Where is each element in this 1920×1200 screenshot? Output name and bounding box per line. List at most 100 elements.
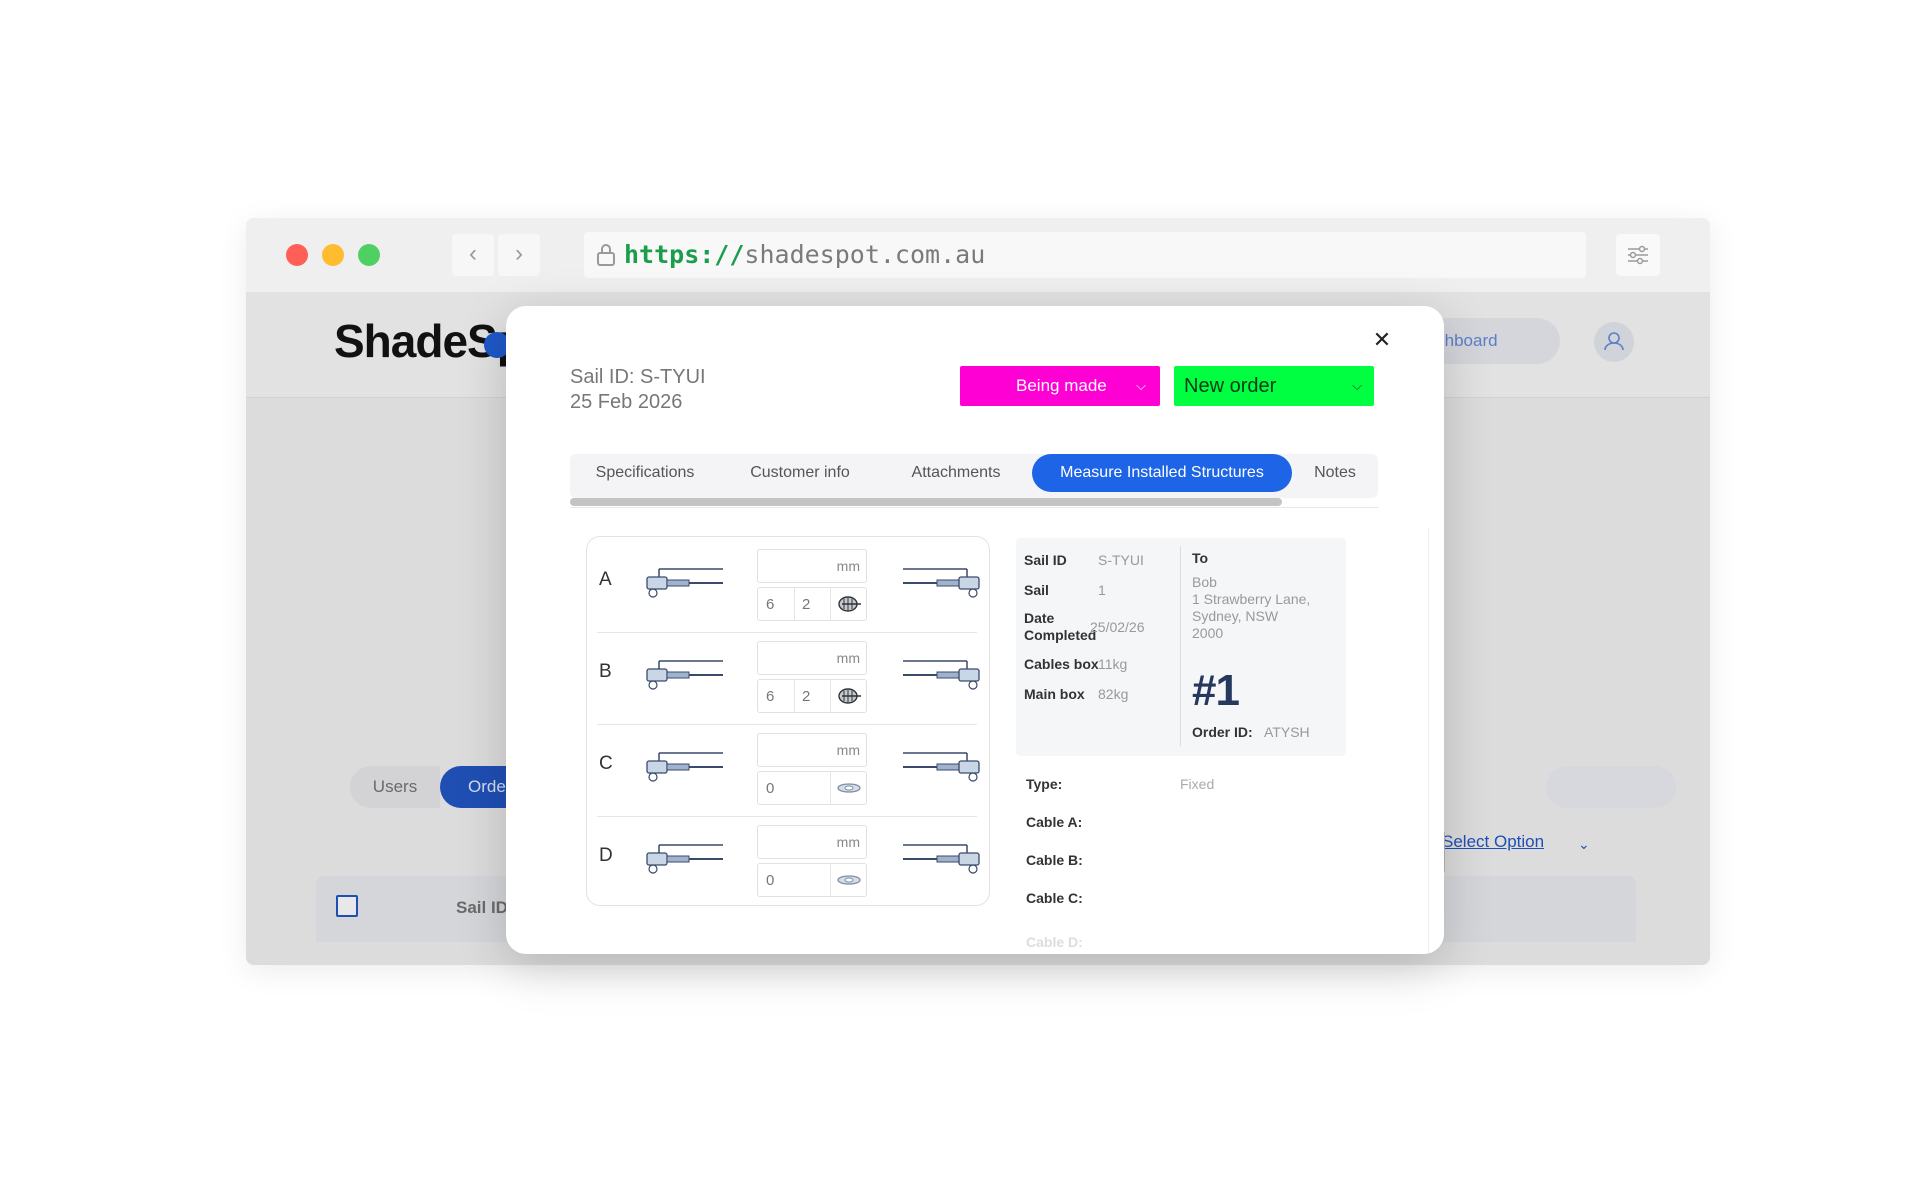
shipping-label: Sail ID S-TYUI Sail 1 Date Completed 25/…: [1016, 538, 1346, 756]
window-minimize-button[interactable]: [322, 244, 344, 266]
spec-separator: [794, 588, 795, 620]
label-to-label: To: [1192, 550, 1209, 566]
turnbuckle-left-icon: [646, 568, 723, 598]
tab-measure-installed-structures[interactable]: Measure Installed Structures: [1032, 454, 1292, 492]
label-main-box-value: 82kg: [1098, 686, 1129, 702]
cable-spec-selector[interactable]: 62: [757, 679, 867, 713]
sail-date: 25 Feb 2026: [570, 391, 683, 413]
cable-measurements-card: Amm 6 2 Bmm 6 2 Cmm 0 Dmm 0: [586, 536, 990, 906]
cable-row-d: Dmm 0: [597, 817, 981, 909]
cable-c-label: Cable C:: [1026, 890, 1083, 906]
status-label: Being made: [1016, 376, 1107, 395]
cable-letter: C: [599, 753, 613, 774]
users-tab[interactable]: Users: [350, 766, 440, 808]
cable-length-field[interactable]: [758, 826, 830, 858]
turnbuckle-left-icon: [646, 844, 723, 874]
tab-notes[interactable]: Notes: [1292, 454, 1378, 492]
cable-spec-a: 6: [766, 596, 775, 613]
cable-length-input[interactable]: mm: [757, 641, 867, 675]
forward-button[interactable]: ›: [498, 234, 540, 276]
cable-spec-selector[interactable]: 0: [757, 863, 867, 897]
spec-separator: [830, 680, 831, 712]
cable-length-field[interactable]: [758, 550, 830, 582]
cable-d-label: Cable D:: [1026, 934, 1083, 950]
label-to-postcode: 2000: [1192, 625, 1224, 641]
label-order-id-value: ATYSH: [1264, 724, 1310, 740]
cable-spec-a: 0: [766, 872, 775, 889]
browser-toolbar: ‹ › https://shadespot.com.au: [246, 218, 1710, 292]
label-date-value: 25/02/26: [1090, 619, 1145, 635]
select-all-checkbox[interactable]: [336, 895, 358, 917]
window-maximize-button[interactable]: [358, 244, 380, 266]
tab-specifications[interactable]: Specifications: [570, 454, 720, 492]
label-main-box-label: Main box: [1024, 686, 1085, 702]
chevron-down-icon: ⌄: [1578, 836, 1590, 852]
cable-spec-selector[interactable]: 62: [757, 587, 867, 621]
label-to-city: Sydney, NSW: [1192, 608, 1279, 624]
cable-letter: A: [599, 569, 612, 590]
order-modal: ✕ Sail ID: S-TYUI 25 Feb 2026 Being made…: [506, 306, 1444, 954]
modal-scrollbar-track[interactable]: [1428, 528, 1436, 954]
modal-tabs: Specifications Customer info Attachments…: [570, 454, 1378, 498]
label-cables-box-label: Cables box: [1024, 656, 1099, 672]
column-header-sail-id[interactable]: Sail ID: [456, 898, 508, 918]
chevron-down-icon: ⌵: [1352, 378, 1362, 393]
turnbuckle-right-icon: [903, 752, 980, 782]
unit-label: mm: [836, 834, 860, 850]
thimble-icon: [838, 596, 861, 612]
back-button[interactable]: ‹: [452, 234, 494, 276]
order-status-select[interactable]: New order ⌵: [1174, 366, 1374, 406]
cable-letter: D: [599, 845, 613, 866]
sail-id-heading: Sail ID: S-TYUI: [570, 366, 706, 388]
label-sail-id-value: S-TYUI: [1098, 552, 1144, 568]
cable-row-c: Cmm 0: [597, 725, 981, 817]
profile-button[interactable]: [1594, 322, 1634, 362]
cable-length-field[interactable]: [758, 642, 830, 674]
cable-a-label: Cable A:: [1026, 814, 1083, 830]
spec-separator: [830, 864, 831, 896]
label-divider: [1180, 546, 1181, 746]
user-icon: [1604, 332, 1624, 351]
cable-row-a: Amm 6 2: [597, 541, 981, 633]
shackle-icon: [837, 875, 861, 885]
chevron-down-icon: ⌵: [1136, 378, 1146, 393]
chevron-right-icon: ›: [515, 240, 523, 267]
turnbuckle-right-icon: [903, 844, 980, 874]
address-bar[interactable]: https://shadespot.com.au: [584, 232, 1586, 278]
cable-length-field[interactable]: [758, 734, 830, 766]
production-status-select[interactable]: Being made ⌵: [960, 366, 1160, 406]
label-date-label-1: Date: [1024, 610, 1055, 626]
label-sail-id-label: Sail ID: [1024, 552, 1067, 568]
tab-customer-info[interactable]: Customer info: [720, 454, 880, 492]
label-to-street: 1 Strawberry Lane,: [1192, 591, 1311, 607]
type-label: Type:: [1026, 776, 1063, 792]
window-close-button[interactable]: [286, 244, 308, 266]
label-date-label-2: Completed: [1024, 627, 1097, 643]
unit-label: mm: [836, 742, 860, 758]
close-icon[interactable]: ✕: [1370, 328, 1394, 352]
select-option-dropdown[interactable]: Select Option: [1442, 832, 1544, 852]
cable-length-input[interactable]: mm: [757, 549, 867, 583]
cable-b-label: Cable B:: [1026, 852, 1083, 868]
cable-row-b: Bmm 6 2: [597, 633, 981, 725]
cable-length-input[interactable]: mm: [757, 825, 867, 859]
turnbuckle-right-icon: [903, 568, 980, 598]
tab-attachments[interactable]: Attachments: [880, 454, 1032, 492]
cable-length-input[interactable]: mm: [757, 733, 867, 767]
turnbuckle-right-icon: [903, 660, 980, 690]
label-sail-label: Sail: [1024, 582, 1049, 598]
tabs-scrollbar[interactable]: [570, 498, 1282, 506]
label-cables-box-value: 11kg: [1098, 656, 1128, 672]
type-value: Fixed: [1180, 776, 1215, 792]
unit-label: mm: [836, 558, 860, 574]
tabs-divider: [570, 507, 1378, 508]
spec-separator: [830, 588, 831, 620]
thimble-icon: [838, 688, 861, 704]
browser-settings-button[interactable]: [1616, 234, 1660, 276]
spec-separator: [794, 680, 795, 712]
lock-icon: [597, 244, 615, 266]
label-sail-value: 1: [1098, 582, 1106, 598]
search-bar[interactable]: [1546, 766, 1676, 808]
url-host: shadespot.com.au: [744, 240, 986, 269]
cable-spec-selector[interactable]: 0: [757, 771, 867, 805]
